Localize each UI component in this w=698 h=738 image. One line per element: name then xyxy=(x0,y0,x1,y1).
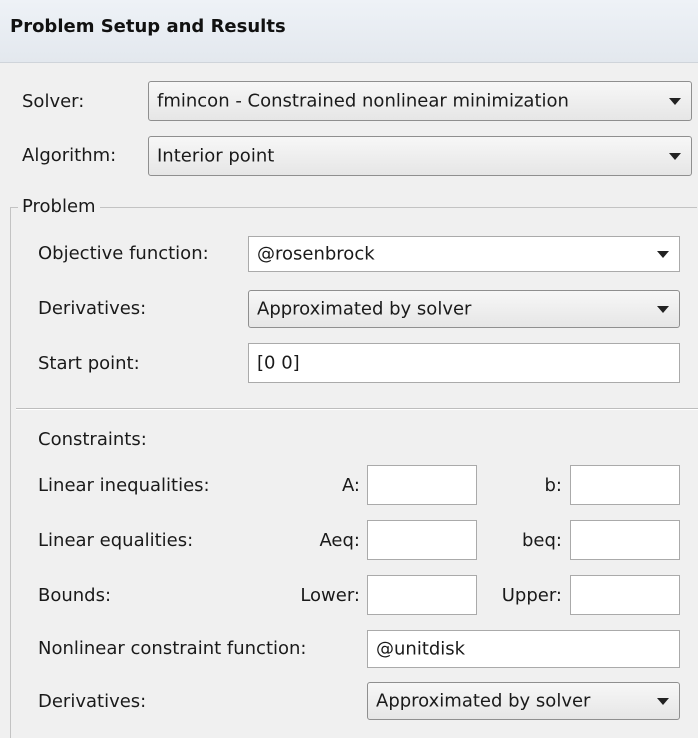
beq-label: beq: xyxy=(522,530,562,551)
panel-title: Problem Setup and Results xyxy=(10,16,286,37)
start-point-input[interactable]: [0 0] xyxy=(248,343,680,383)
solver-dropdown[interactable]: fmincon - Constrained nonlinear minimiza… xyxy=(148,81,692,121)
start-point-value: [0 0] xyxy=(257,352,300,374)
start-point-label: Start point: xyxy=(38,353,140,374)
derivatives-dropdown-value: Approximated by solver xyxy=(257,298,472,320)
aeq-matrix-input[interactable] xyxy=(367,520,477,560)
nonlinear-constraint-value: @unitdisk xyxy=(376,638,466,660)
constraint-derivatives-value: Approximated by solver xyxy=(376,690,591,712)
chevron-down-icon xyxy=(669,98,681,105)
problem-group-label: Problem xyxy=(18,195,100,219)
upper-bound-input[interactable] xyxy=(570,575,680,615)
solver-dropdown-value: fmincon - Constrained nonlinear minimiza… xyxy=(157,90,569,112)
section-divider xyxy=(16,408,698,410)
nonlinear-constraint-label: Nonlinear constraint function: xyxy=(38,638,307,659)
constraints-heading: Constraints: xyxy=(38,429,147,450)
constraint-derivatives-label: Derivatives: xyxy=(38,691,147,712)
beq-vector-input[interactable] xyxy=(570,520,680,560)
chevron-down-icon xyxy=(669,153,681,160)
lower-label: Lower: xyxy=(300,585,360,606)
objective-function-value: @rosenbrock xyxy=(257,243,375,265)
lower-bound-input[interactable] xyxy=(367,575,477,615)
chevron-down-icon xyxy=(657,251,669,258)
solver-label: Solver: xyxy=(22,91,85,112)
bounds-label: Bounds: xyxy=(38,585,112,606)
b-vector-input[interactable] xyxy=(570,465,680,505)
a-label: A: xyxy=(341,475,360,496)
derivatives-label: Derivatives: xyxy=(38,298,147,319)
algorithm-dropdown[interactable]: Interior point xyxy=(148,136,692,176)
aeq-label: Aeq: xyxy=(319,530,360,551)
algorithm-dropdown-value: Interior point xyxy=(157,145,275,167)
algorithm-label: Algorithm: xyxy=(22,145,117,166)
chevron-down-icon xyxy=(657,698,669,705)
linear-inequalities-label: Linear inequalities: xyxy=(38,475,210,496)
upper-label: Upper: xyxy=(501,585,562,606)
objective-function-label: Objective function: xyxy=(38,243,209,264)
constraint-derivatives-dropdown[interactable]: Approximated by solver xyxy=(367,682,680,720)
chevron-down-icon xyxy=(657,306,669,313)
derivatives-dropdown[interactable]: Approximated by solver xyxy=(248,290,680,328)
objective-function-combo[interactable]: @rosenbrock xyxy=(248,236,680,272)
linear-equalities-label: Linear equalities: xyxy=(38,530,194,551)
b-label: b: xyxy=(544,475,563,496)
a-matrix-input[interactable] xyxy=(367,465,477,505)
nonlinear-constraint-input[interactable]: @unitdisk xyxy=(367,630,680,668)
